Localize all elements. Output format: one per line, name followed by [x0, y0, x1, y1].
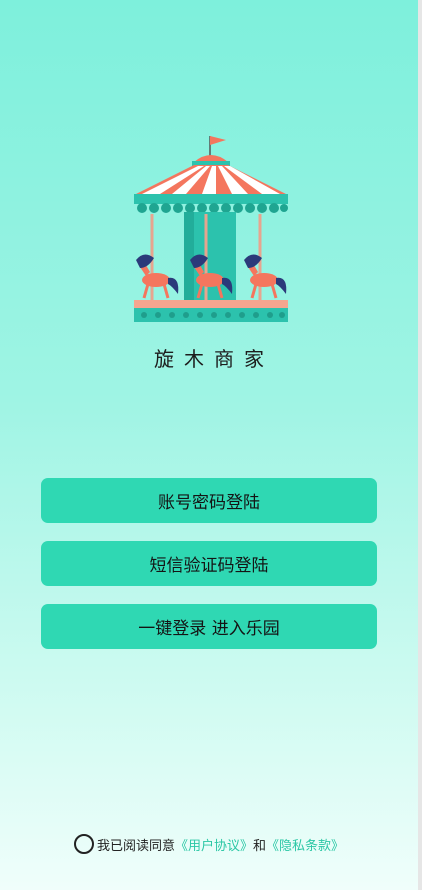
- user-agreement-link[interactable]: 《用户协议》: [175, 835, 253, 854]
- unchecked-circle-icon[interactable]: [73, 834, 94, 854]
- sms-code-login-label: 短信验证码登陆: [149, 556, 269, 576]
- account-password-login-button[interactable]: 账号密码登陆: [41, 478, 377, 523]
- account-password-login-label: 账号密码登陆: [158, 493, 260, 513]
- privacy-policy-link[interactable]: 《隐私条款》: [266, 835, 344, 854]
- agreement-prefix: 我已阅读同意: [96, 838, 175, 854]
- agreement-conjunction: 和: [253, 838, 267, 854]
- one-key-login-label: 一键登录 进入乐园: [138, 619, 280, 639]
- sms-code-login-button[interactable]: 短信验证码登陆: [41, 541, 377, 586]
- app-name: 旋木商家: [154, 347, 274, 371]
- agreement-row: 我已阅读同意 《用户协议》 和 《隐私条款》: [0, 834, 418, 854]
- window-edge: [418, 0, 422, 890]
- one-key-login-button[interactable]: 一键登录 进入乐园: [41, 604, 377, 649]
- carousel-logo-icon: [128, 132, 294, 328]
